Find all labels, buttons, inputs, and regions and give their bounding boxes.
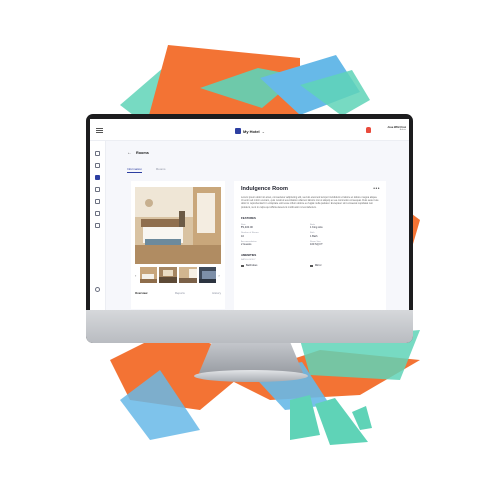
tab-history[interactable]: History	[212, 291, 221, 295]
room-description: Lorem ipsum dolor sit amet, consectetur …	[241, 196, 379, 209]
chart-icon[interactable]	[95, 211, 100, 216]
home-icon[interactable]	[95, 175, 100, 180]
amenity-label: Mirror	[315, 264, 322, 268]
room-details-card: Indulgence Room ••• Lorem ipsum dolor si…	[234, 181, 386, 310]
menu-icon[interactable]	[96, 128, 103, 133]
notification-bell-icon[interactable]	[366, 127, 371, 133]
monitor-screen: My Hotel ⌄ Jose Wild Cruz Admin ← Rooms …	[90, 119, 409, 310]
monitor-chin	[86, 310, 413, 343]
gallery-tabs: Overview Reports History	[135, 291, 221, 295]
feature-item: Bath 1 Bath	[310, 232, 379, 238]
room-gallery-card: ‹ › Overview Reports History	[131, 181, 225, 309]
feature-value: 100 SQ FT	[310, 243, 323, 247]
top-bar: My Hotel ⌄ Jose Wild Cruz Admin	[90, 119, 409, 141]
thumbnail[interactable]	[139, 267, 158, 283]
thumbnail[interactable]	[198, 267, 217, 283]
features-grid: Rate ₱1,400.00 Beds 1 King size Number of …	[241, 224, 379, 247]
room-title: Indulgence Room	[241, 186, 288, 192]
users-icon[interactable]	[95, 187, 100, 192]
sidebar	[90, 141, 106, 310]
user-profile[interactable]: Jose Wild Cruz Admin	[376, 126, 406, 131]
feature-value: 1 King size	[310, 226, 323, 230]
chevron-right-icon[interactable]: ›	[218, 273, 221, 278]
feature-value: 10	[241, 234, 244, 238]
mirror-icon	[310, 264, 313, 267]
bathrobe-icon	[241, 264, 244, 267]
feature-value: ₱1,400.00	[241, 226, 253, 230]
feature-item: Room Size 100 SQ FT	[310, 241, 379, 247]
tag-icon[interactable]	[95, 223, 100, 228]
breadcrumb: ← Rooms	[127, 150, 149, 156]
document-icon[interactable]	[95, 199, 100, 204]
more-options-icon[interactable]: •••	[373, 186, 380, 192]
feature-item: Number of Rooms 10	[241, 232, 310, 238]
tab-reports[interactable]: Reports	[175, 291, 185, 295]
breadcrumb-label: Rooms	[136, 151, 149, 155]
feature-item: Beds 1 King size	[310, 224, 379, 230]
user-role: Admin	[399, 129, 406, 131]
calendar-icon[interactable]	[95, 163, 100, 168]
feature-item: Rate ₱1,400.00	[241, 224, 310, 230]
back-arrow-icon[interactable]: ←	[127, 150, 132, 156]
tab-information[interactable]: Information	[127, 167, 143, 173]
tab-rooms[interactable]: Rooms	[156, 167, 166, 173]
tab-overview[interactable]: Overview	[135, 291, 147, 295]
amenities-heading: AMENITIES	[241, 253, 257, 258]
monitor-foot	[194, 370, 308, 382]
hotel-name: My Hotel	[243, 128, 260, 134]
chevron-left-icon[interactable]: ‹	[135, 273, 138, 278]
thumbnail-strip: ‹ ›	[135, 267, 221, 283]
chevron-down-icon: ⌄	[261, 128, 266, 134]
hotel-selector[interactable]: My Hotel ⌄	[235, 127, 265, 135]
feature-value: 1 Bath	[310, 234, 318, 238]
settings-icon[interactable]	[95, 287, 100, 292]
feature-value: 2 Guests	[241, 243, 252, 247]
feature-item: Accommodation 2 Guests	[241, 241, 310, 247]
amenities-grid: Bathrobes Mirror	[241, 264, 379, 267]
amenity-label: Bathrobes	[246, 264, 258, 268]
thumbnail[interactable]	[159, 267, 177, 283]
features-heading: FEATURES	[241, 215, 256, 220]
amenity-item: Mirror	[310, 264, 379, 267]
monitor-stand	[199, 343, 303, 373]
tab-bar: Information Rooms	[127, 167, 166, 173]
dashboard-icon[interactable]	[95, 151, 100, 156]
thumbnail[interactable]	[179, 267, 197, 283]
hotel-logo-icon	[235, 128, 241, 134]
amenities-subheading: BATH & BODY	[241, 259, 256, 262]
main-content: ← Rooms Information Rooms ‹ › Overview R…	[106, 141, 409, 310]
room-main-photo[interactable]	[135, 187, 221, 264]
amenity-item: Bathrobes	[241, 264, 310, 267]
